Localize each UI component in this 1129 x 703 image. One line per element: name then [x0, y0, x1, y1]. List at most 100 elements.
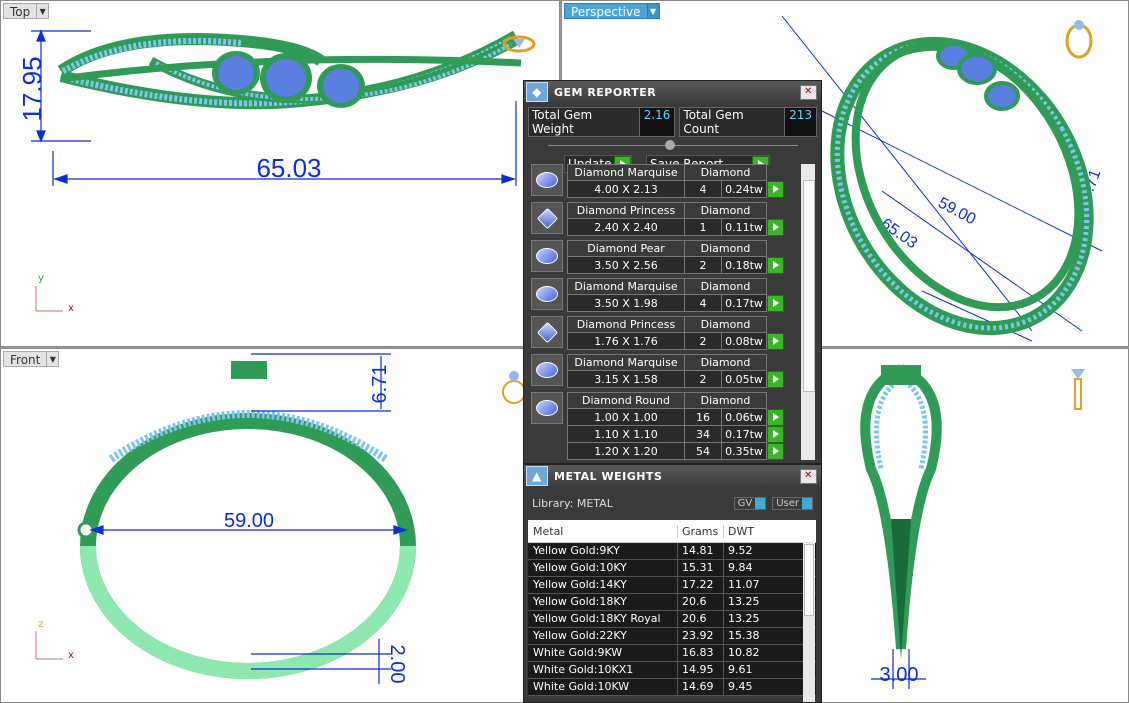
metal-grams: 17.22	[678, 577, 724, 593]
metal-rows: Yellow Gold:9KY 14.81 9.52 Yellow Gold:10KY…	[528, 543, 816, 696]
gem-count: 34	[684, 425, 722, 443]
select-gem-button[interactable]	[767, 408, 784, 426]
table-row[interactable]: White Gold:9KW 16.83 10.82	[528, 645, 816, 662]
pear-icon	[531, 240, 563, 272]
gem-weight: 0.73tw	[721, 459, 767, 460]
metal-grams: 23.92	[678, 628, 724, 644]
gem-row[interactable]: 1.20 X 1.20 54 0.35tw	[567, 442, 786, 460]
viewport-label[interactable]: Top ▼	[3, 3, 50, 19]
metal-dwt: 13.25	[728, 612, 760, 625]
col-grams[interactable]: Grams	[678, 524, 724, 538]
metal-weights-panel[interactable]: ▲ METAL WEIGHTS ✕ Library: METAL GV User M…	[523, 464, 822, 703]
gem-group[interactable]: Diamond Princess Diamond 2.40 X 2.40 1 0.11t…	[531, 202, 813, 236]
select-gem-button[interactable]	[767, 218, 784, 236]
gem-row[interactable]: 3.50 X 1.98 4 0.17tw	[567, 294, 786, 312]
gem-weight: 0.24tw	[721, 180, 767, 198]
metal-scrollbar[interactable]	[803, 542, 815, 702]
metal-dwt: 11.07	[728, 578, 760, 591]
panel-title: GEM REPORTER	[554, 85, 657, 99]
gem-list[interactable]: Diamond Marquise Diamond 4.00 X 2.13 4 0.24t…	[531, 164, 813, 460]
metal-name: Yellow Gold:9KY	[528, 543, 678, 559]
collapse-handle[interactable]	[547, 139, 798, 150]
gem-row[interactable]: 1.10 X 1.10 34 0.17tw	[567, 425, 786, 443]
dim-width: 3.00	[880, 664, 919, 686]
close-icon[interactable]: ✕	[800, 468, 817, 484]
metal-dwt: 9.84	[728, 561, 753, 574]
gem-group[interactable]: Diamond Marquise Diamond 3.15 X 1.58 2 0.05t…	[531, 354, 813, 388]
viewport-front[interactable]: Front ▼ 6.71 59.00 2.00 z x	[0, 348, 560, 703]
gv-toggle[interactable]: GV	[733, 497, 767, 510]
gem-row[interactable]: 3.15 X 1.58 2 0.05tw	[567, 370, 786, 388]
table-row[interactable]: Yellow Gold:18KY Royal 20.6 13.25	[528, 611, 816, 628]
table-row[interactable]: Yellow Gold:14KY 17.22 11.07	[528, 577, 816, 594]
scroll-thumb[interactable]	[803, 180, 815, 392]
total-weight-label: Total Gem Weight	[532, 108, 593, 136]
viewport-name: Top	[3, 3, 38, 19]
gem-row[interactable]: 1.76 X 1.76 2 0.08tw	[567, 332, 786, 350]
table-row[interactable]: Yellow Gold:9KY 14.81 9.52	[528, 543, 816, 560]
select-gem-button[interactable]	[767, 425, 784, 443]
metal-table[interactable]: Metal Grams DWT Yellow Gold:9KY 14.81 9.52…	[528, 520, 816, 696]
select-gem-button[interactable]	[767, 459, 784, 460]
select-gem-button[interactable]	[767, 370, 784, 388]
close-icon[interactable]: ✕	[800, 84, 817, 100]
gem-group[interactable]: Diamond Princess Diamond 1.76 X 1.76 2 0.08t…	[531, 316, 813, 350]
metal-name: White Gold:9KW	[528, 645, 678, 661]
axis-y-label: y	[38, 273, 44, 284]
table-row[interactable]: Yellow Gold:10KY 15.31 9.84	[528, 560, 816, 577]
table-row[interactable]: Yellow Gold:22KY 23.92 15.38	[528, 628, 816, 645]
col-metal[interactable]: Metal	[528, 524, 678, 538]
chevron-down-icon[interactable]: ▼	[37, 3, 50, 19]
col-dwt[interactable]: DWT	[724, 525, 790, 538]
metal-dwt: 13.25	[728, 595, 760, 608]
marquise-icon	[531, 278, 563, 310]
gem-weight: 0.08tw	[721, 332, 767, 350]
chevron-down-icon[interactable]: ▼	[647, 3, 660, 19]
gem-group[interactable]: Diamond Pear Diamond 3.50 X 2.56 2 0.18tw	[531, 240, 813, 274]
table-row[interactable]: White Gold:10KX1 14.95 9.61	[528, 662, 816, 679]
ring-right-model	[860, 364, 942, 659]
chevron-down-icon[interactable]: ▼	[47, 351, 60, 367]
gem-size: 3.50 X 2.56	[567, 256, 685, 274]
user-toggle[interactable]: User	[772, 497, 813, 510]
metal-dwt: 15.38	[728, 629, 760, 642]
viewport-right[interactable]: 3.00	[820, 348, 1129, 703]
viewport-top[interactable]: Top ▼ 17.95 65.03 y x	[0, 0, 560, 347]
gem-row[interactable]: 2.40 X 2.40 1 0.11tw	[567, 218, 786, 236]
gem-group[interactable]: Diamond Marquise Diamond 4.00 X 2.13 4 0.24t…	[531, 164, 813, 198]
gem-name: Diamond Princess	[567, 202, 685, 219]
gem-name: Diamond Marquise	[567, 354, 685, 371]
gem-group[interactable]: Diamond Marquise Diamond 3.50 X 1.98 4 0.17t…	[531, 278, 813, 312]
total-gem-count: Total Gem Count 213	[679, 107, 817, 137]
gem-type: Diamond	[684, 164, 767, 181]
gem-name: Diamond Princess	[567, 316, 685, 333]
metal-dwt: 9.61	[728, 663, 753, 676]
gem-weight: 0.11tw	[721, 218, 767, 236]
select-gem-button[interactable]	[767, 180, 784, 198]
gem-size: 1.00 X 1.00	[567, 408, 685, 426]
select-gem-button[interactable]	[767, 332, 784, 350]
metal-grams: 16.83	[678, 645, 724, 661]
select-gem-button[interactable]	[767, 256, 784, 274]
user-label: User	[776, 498, 799, 509]
gem-group[interactable]: Diamond Round Diamond 1.00 X 1.00 16 0.06tw 1…	[531, 392, 813, 460]
gem-size: 3.15 X 1.58	[567, 370, 685, 388]
table-row[interactable]: Yellow Gold:18KY 20.6 13.25	[528, 594, 816, 611]
gem-count: 16	[684, 408, 722, 426]
gem-size: 1.76 X 1.76	[567, 332, 685, 350]
gem-row[interactable]: 4.00 X 2.13 4 0.24tw	[567, 180, 786, 198]
select-gem-button[interactable]	[767, 294, 784, 312]
gem-list-scrollbar[interactable]	[801, 164, 815, 460]
gem-row[interactable]: 1.00 X 1.00 16 0.06tw	[567, 408, 786, 426]
axis-z-label: z	[38, 619, 44, 630]
gem-row[interactable]: 3.50 X 2.56 2 0.18tw	[567, 256, 786, 274]
viewport-label[interactable]: Front ▼	[3, 351, 60, 367]
table-row[interactable]: White Gold:10KW 14.69 9.45	[528, 679, 816, 696]
gem-reporter-panel[interactable]: ◆ GEM REPORTER ✕ Total Gem Weight 2.16 Tota…	[523, 80, 822, 464]
select-gem-button[interactable]	[767, 442, 784, 460]
viewport-name: Front	[3, 351, 48, 367]
gem-weight: 0.06tw	[721, 408, 767, 426]
gem-weight: 0.17tw	[721, 294, 767, 312]
gem-row[interactable]: 1.30 X 1.30880.73tw	[567, 459, 786, 460]
viewport-label[interactable]: Perspective ▼	[564, 3, 660, 19]
